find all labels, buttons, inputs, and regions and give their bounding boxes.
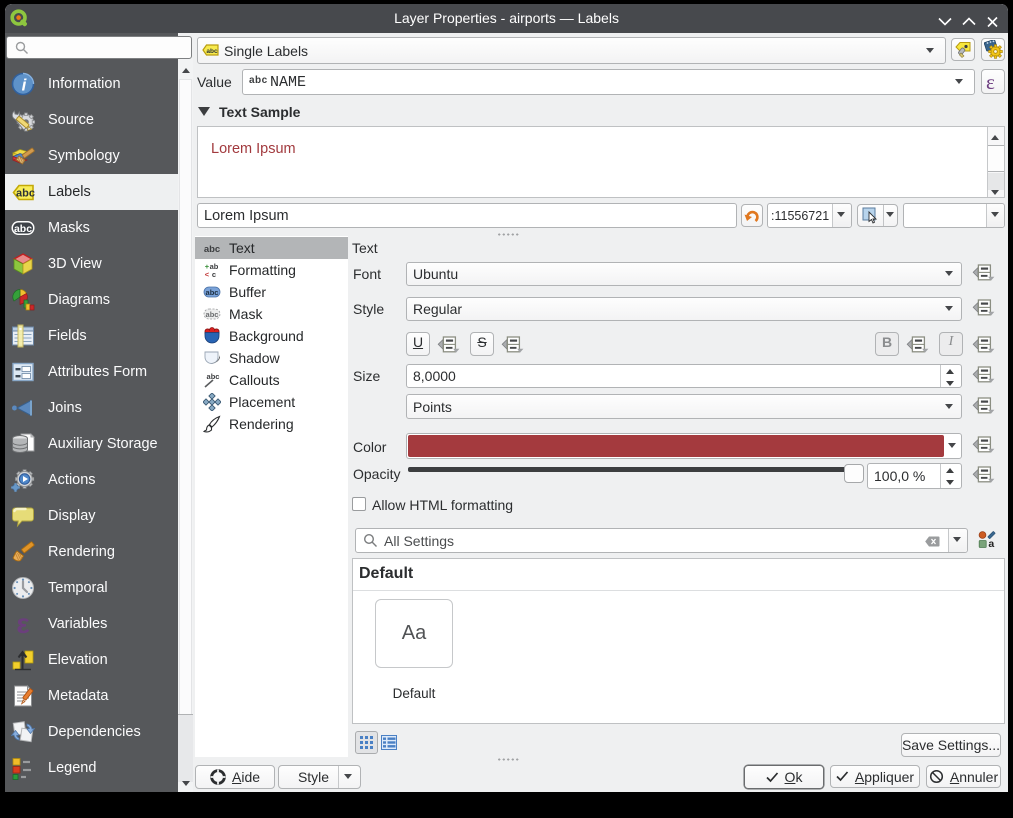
svg-text:abc: abc [204,244,220,255]
svg-text:c: c [212,270,216,279]
svg-text:abc: abc [207,372,220,381]
svg-text:abc: abc [16,188,35,200]
svg-text:abc: abc [14,223,32,235]
svg-text:abc: abc [206,288,219,297]
svg-text:abc: abc [206,310,219,319]
svg-text:abc: abc [206,48,218,55]
svg-text:ε: ε [16,612,29,636]
svg-text:a: a [988,538,994,549]
svg-text:<: < [205,270,210,279]
